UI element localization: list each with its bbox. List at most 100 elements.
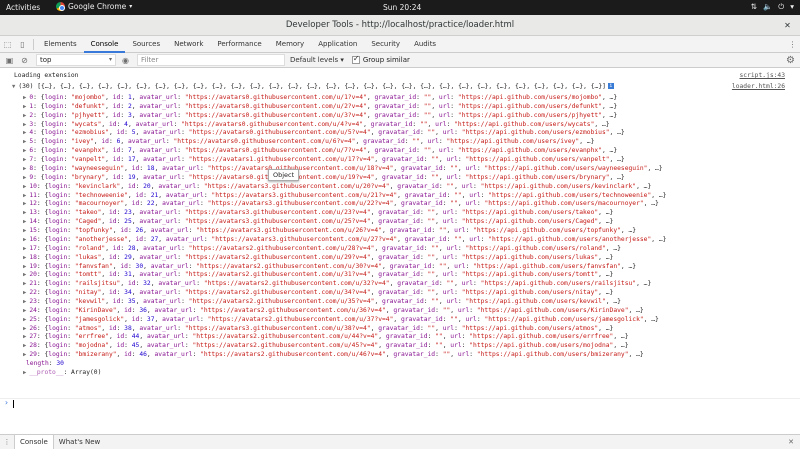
tab-memory[interactable]: Memory	[269, 36, 311, 53]
array-entry[interactable]: ▶ 24: {login: "KirinDave", id: 36, avatar…	[23, 306, 644, 315]
console-output[interactable]: Loading extension script.js:43 ▼ (30) [{……	[0, 68, 800, 426]
array-entry[interactable]: ▶ 3: {login: "wycats", id: 4, avatar_url:…	[23, 120, 610, 129]
array-entry[interactable]: ▶ 11: {login: "technoweenie", id: 21, ava…	[23, 191, 666, 200]
expand-triangle-icon[interactable]: ▶	[23, 210, 26, 216]
expand-triangle-icon[interactable]: ▶	[23, 139, 26, 145]
expand-triangle-icon[interactable]: ▶	[23, 166, 26, 172]
more-options-icon[interactable]: ⋮	[785, 37, 800, 52]
drawer-tab-whats-new[interactable]: What's New	[54, 435, 105, 449]
array-entry[interactable]: ▶ 13: {login: "takeo", id: 23, avatar_url…	[23, 208, 613, 217]
proto-entry[interactable]: ▶ __proto__: Array(0)	[23, 368, 101, 377]
tab-performance[interactable]: Performance	[210, 36, 268, 53]
close-window-button[interactable]: ✕	[782, 20, 793, 31]
array-entry[interactable]: ▶ 20: {login: "tomtt", id: 31, avatar_url…	[23, 270, 613, 279]
clock[interactable]: Sun 20:24	[383, 3, 421, 12]
expand-triangle-icon[interactable]: ▶	[23, 175, 26, 181]
tab-elements[interactable]: Elements	[37, 36, 84, 53]
eye-icon[interactable]: ◉	[118, 53, 133, 68]
array-entry[interactable]: ▶ 14: {login: "Caged", id: 25, avatar_url…	[23, 217, 613, 226]
array-entry[interactable]: ▶ 29: {login: "bmizerany", id: 46, avatar…	[23, 350, 644, 359]
tab-audits[interactable]: Audits	[407, 36, 443, 53]
tab-console[interactable]: Console	[83, 36, 126, 53]
array-entry[interactable]: ▶ 18: {login: "lukas", id: 29, avatar_url…	[23, 253, 613, 262]
expand-triangle-icon[interactable]: ▶	[23, 157, 26, 163]
array-entry[interactable]: ▶ 9: {login: "brynary", id: 19, avatar_ur…	[23, 173, 625, 182]
filter-input[interactable]: Filter	[137, 54, 285, 66]
expand-triangle-icon[interactable]: ▼	[12, 84, 15, 90]
expand-triangle-icon[interactable]: ▶	[23, 281, 26, 287]
array-entry[interactable]: ▶ 15: {login: "topfunky", id: 26, avatar_…	[23, 226, 636, 235]
device-toolbar-icon[interactable]: ▯	[15, 37, 30, 52]
expand-triangle-icon[interactable]: ▶	[23, 113, 26, 119]
expand-triangle-icon[interactable]: ▶	[23, 130, 26, 136]
expand-triangle-icon[interactable]: ▶	[23, 343, 26, 349]
console-prompt[interactable]: ›	[0, 398, 800, 408]
array-entry[interactable]: ▶ 4: {login: "ezmobius", id: 5, avatar_ur…	[23, 128, 625, 137]
array-entry[interactable]: ▶ 2: {login: "pjhyett", id: 3, avatar_url…	[23, 111, 617, 120]
expand-triangle-icon[interactable]: ▶	[23, 122, 26, 128]
expand-triangle-icon[interactable]: ▶	[23, 228, 26, 234]
expand-triangle-icon[interactable]: ▶	[23, 352, 26, 358]
array-entry[interactable]: ▶ 0: {login: "mojombo", id: 1, avatar_url…	[23, 93, 617, 102]
array-entry[interactable]: ▶ 16: {login: "anotherjesse", id: 27, ava…	[23, 235, 666, 244]
array-entry[interactable]: ▶ 26: {login: "atmos", id: 38, avatar_url…	[23, 324, 613, 333]
drawer-tab-console[interactable]: Console	[14, 434, 54, 449]
array-entry[interactable]: ▶ 19: {login: "fanvsfan", id: 30, avatar_…	[23, 262, 636, 271]
tab-application[interactable]: Application	[311, 36, 364, 53]
array-entry[interactable]: ▶ 10: {login: "kevinclark", id: 20, avata…	[23, 182, 651, 191]
expand-triangle-icon[interactable]: ▶	[23, 104, 26, 110]
expand-triangle-icon[interactable]: ▶	[23, 95, 26, 101]
expand-triangle-icon[interactable]: ▶	[23, 290, 26, 296]
array-entry[interactable]: ▶ 17: {login: "roland", id: 28, avatar_ur…	[23, 244, 621, 253]
array-entry[interactable]: ▶ 5: {login: "ivey", id: 6, avatar_url: "…	[23, 137, 594, 146]
expand-triangle-icon[interactable]: ▶	[23, 148, 26, 154]
levels-dropdown[interactable]: Default levels ▾	[290, 56, 344, 64]
gear-icon[interactable]: ⚙	[786, 55, 795, 66]
expand-triangle-icon[interactable]: ▶	[23, 308, 26, 314]
tab-sources[interactable]: Sources	[125, 36, 167, 53]
app-menu[interactable]: Google Chrome ▾	[56, 2, 132, 11]
array-entry[interactable]: ▶ 6: {login: "evanphx", id: 7, avatar_url…	[23, 146, 617, 155]
entry-id: 19	[127, 173, 136, 181]
expand-triangle-icon[interactable]: ▶	[23, 246, 26, 252]
close-drawer-icon[interactable]: ✕	[788, 438, 794, 446]
expand-triangle-icon[interactable]: ▶	[23, 264, 26, 270]
array-entry[interactable]: ▶ 27: {login: "errfree", id: 44, avatar_u…	[23, 332, 629, 341]
inspect-element-icon[interactable]: ⬚	[0, 37, 15, 52]
system-tray[interactable]: ⇅ 🔈 ⏻ ▾	[751, 2, 794, 12]
clear-console-icon[interactable]: ⊘	[17, 53, 32, 68]
array-entry[interactable]: ▶ 25: {login: "jamesgolick", id: 37, avat…	[23, 315, 659, 324]
expand-triangle-icon[interactable]: ▶	[23, 184, 26, 190]
array-entry[interactable]: ▶ 23: {login: "kevwil", id: 35, avatar_ur…	[23, 297, 621, 306]
tab-security[interactable]: Security	[364, 36, 407, 53]
expand-triangle-icon[interactable]: ▶	[23, 193, 26, 199]
array-entry[interactable]: ▶ 1: {login: "defunkt", id: 2, avatar_url…	[23, 102, 617, 111]
drawer-menu-icon[interactable]: ⋮	[0, 438, 14, 446]
array-entry[interactable]: ▶ 22: {login: "nitay", id: 34, avatar_url…	[23, 288, 613, 297]
source-link[interactable]: script.js:43	[740, 71, 786, 80]
expand-triangle-icon[interactable]: ▶	[23, 219, 26, 225]
expand-triangle-icon[interactable]: ▶	[23, 299, 26, 305]
array-entry[interactable]: ▶ 12: {login: "macournoyer", id: 22, avat…	[23, 199, 659, 208]
tab-network[interactable]: Network	[167, 36, 210, 53]
array-entry[interactable]: ▶ 21: {login: "railsjitsu", id: 32, avata…	[23, 279, 651, 288]
source-link[interactable]: loader.html:26	[732, 82, 785, 91]
array-entry[interactable]: ▶ 7: {login: "vanpelt", id: 17, avatar_ur…	[23, 155, 625, 164]
activities-button[interactable]: Activities	[6, 3, 40, 12]
array-entry[interactable]: ▶ 28: {login: "mojodna", id: 45, avatar_u…	[23, 341, 629, 350]
context-selector[interactable]: top	[36, 54, 116, 66]
expand-triangle-icon[interactable]: ▶	[23, 237, 26, 243]
expand-triangle-icon[interactable]: ▶	[23, 255, 26, 261]
expand-triangle-icon[interactable]: ▶	[23, 272, 26, 278]
expand-triangle-icon[interactable]: ▶	[23, 334, 26, 340]
expand-triangle-icon[interactable]: ▶	[23, 370, 26, 376]
expand-triangle-icon[interactable]: ▶	[23, 317, 26, 323]
array-entry[interactable]: ▶ 8: {login: "wayneeseguin", id: 18, avat…	[23, 164, 663, 173]
group-similar-checkbox[interactable]	[351, 54, 360, 64]
array-summary[interactable]: ▼ (30) [{…}, {…}, {…}, {…}, {…}, {…}, {…}…	[12, 82, 614, 92]
expand-triangle-icon[interactable]: ▶	[23, 201, 26, 207]
sidebar-toggle-icon[interactable]: ▣	[2, 53, 17, 68]
expand-triangle-icon[interactable]: ▶	[23, 326, 26, 332]
entry-login: "wycats"	[71, 120, 102, 128]
entry-login: "kevwil"	[74, 298, 106, 305]
